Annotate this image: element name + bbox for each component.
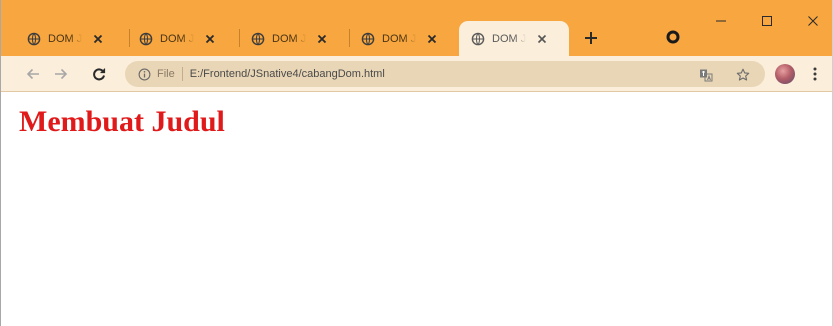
- translate-icon[interactable]: [697, 66, 715, 84]
- tab-search-button[interactable]: [665, 29, 681, 45]
- address-bar[interactable]: File E:/Frontend/JSnative4/cabangDom.htm…: [125, 61, 765, 87]
- close-icon[interactable]: [202, 31, 218, 47]
- browser-tab[interactable]: DOM J: [239, 21, 351, 56]
- reload-icon: [93, 68, 106, 81]
- tab-title: DOM J: [48, 32, 82, 45]
- tab-title: DOM J: [492, 32, 526, 45]
- page-content: Membuat Judul: [1, 92, 832, 326]
- url-text[interactable]: E:/Frontend/JSnative4/cabangDom.html: [190, 68, 385, 80]
- reload-button[interactable]: [87, 62, 111, 86]
- kebab-menu-icon: [813, 67, 817, 81]
- maximize-icon: [762, 16, 772, 26]
- browser-window: DOM J DOM J DOM J DOM J DOM J File E:/Fr…: [0, 0, 833, 326]
- tab-title: DOM J: [160, 32, 194, 45]
- globe-icon: [139, 32, 153, 46]
- close-icon[interactable]: [424, 31, 440, 47]
- globe-icon: [471, 32, 485, 46]
- tab-strip: DOM J DOM J DOM J DOM J DOM J: [1, 0, 832, 56]
- new-tab-button[interactable]: [579, 26, 603, 50]
- close-icon[interactable]: [90, 31, 106, 47]
- circle-icon: [666, 30, 680, 44]
- close-window-button[interactable]: [790, 6, 833, 36]
- scheme-label: File: [157, 68, 175, 80]
- browser-tab[interactable]: DOM J: [127, 21, 239, 56]
- browser-tab[interactable]: DOM J: [15, 21, 127, 56]
- maximize-button[interactable]: [744, 6, 790, 36]
- tab-title: DOM J: [382, 32, 416, 45]
- browser-tab[interactable]: DOM J: [349, 21, 459, 56]
- close-icon[interactable]: [314, 31, 330, 47]
- browser-toolbar: File E:/Frontend/JSnative4/cabangDom.htm…: [1, 56, 832, 92]
- info-icon[interactable]: [137, 67, 151, 81]
- browser-tab-active[interactable]: DOM J: [459, 21, 569, 56]
- minimize-icon: [716, 20, 726, 22]
- close-icon[interactable]: [534, 31, 550, 47]
- omnibox-divider: [181, 67, 183, 81]
- forward-button[interactable]: [49, 62, 73, 86]
- close-icon: [808, 16, 818, 26]
- back-arrow-icon: [26, 68, 39, 80]
- page-heading: Membuat Judul: [19, 105, 225, 138]
- minimize-button[interactable]: [698, 6, 744, 36]
- globe-icon: [361, 32, 375, 46]
- globe-icon: [251, 32, 265, 46]
- globe-icon: [27, 32, 41, 46]
- back-button[interactable]: [21, 62, 45, 86]
- star-icon[interactable]: [734, 66, 752, 84]
- forward-arrow-icon: [55, 68, 68, 80]
- tab-title: DOM J: [272, 32, 306, 45]
- browser-menu-button[interactable]: [807, 62, 823, 86]
- plus-icon: [585, 32, 597, 44]
- avatar[interactable]: [775, 64, 795, 84]
